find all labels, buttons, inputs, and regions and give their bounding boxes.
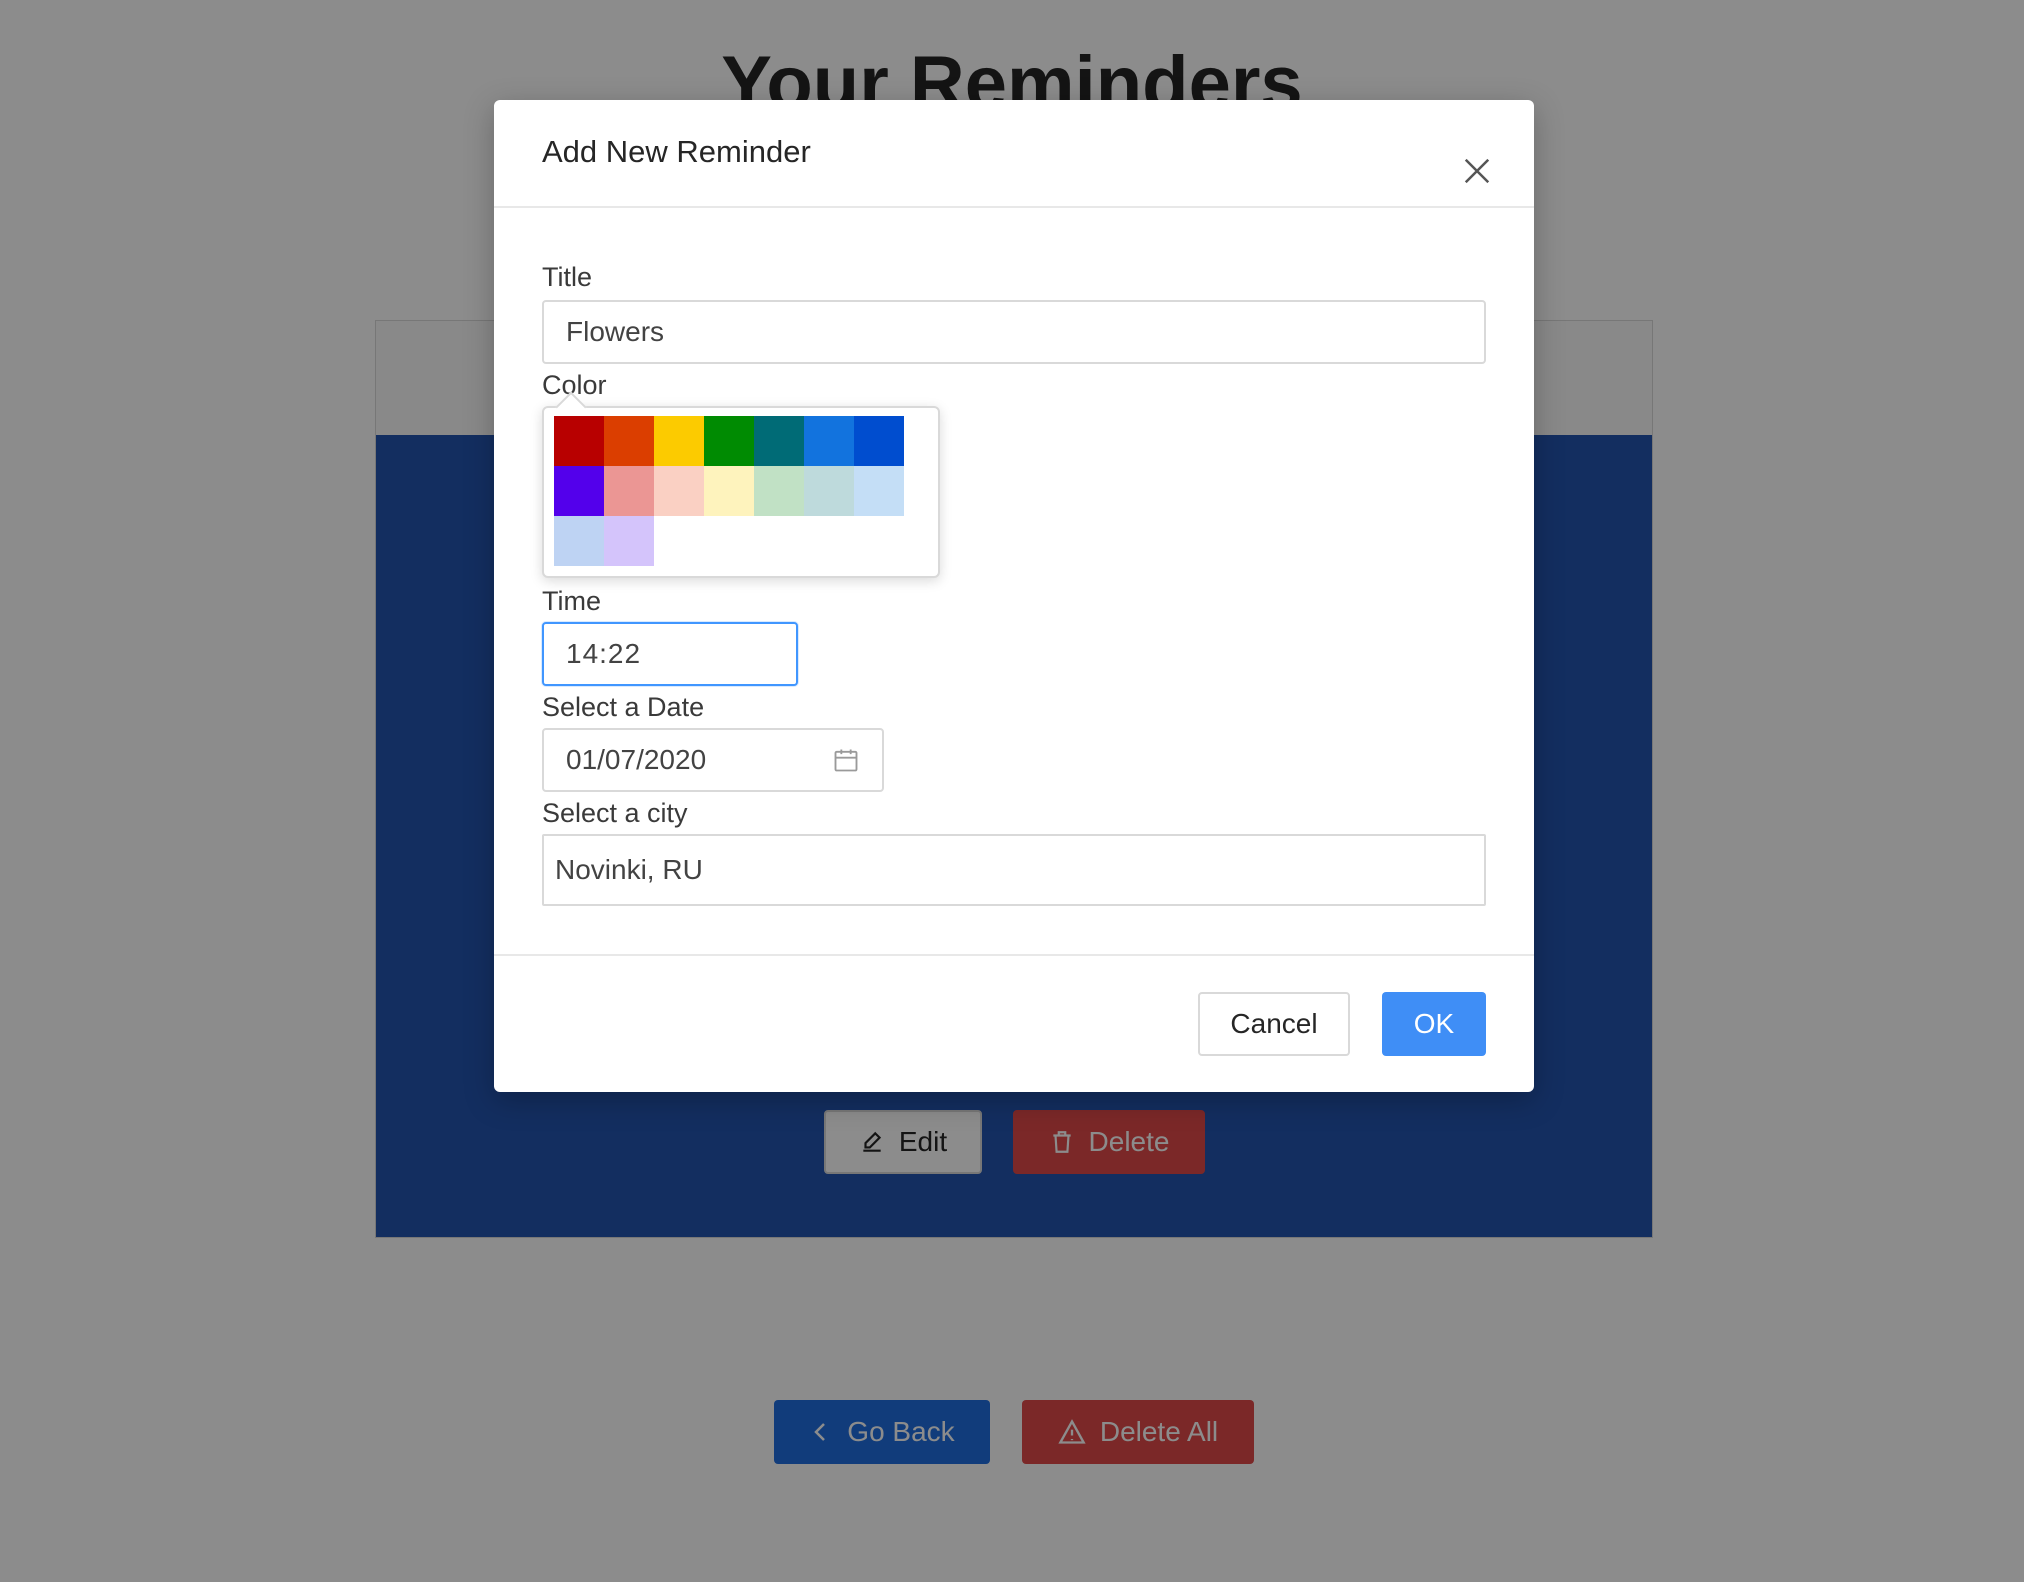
color-swatch[interactable] xyxy=(604,416,654,466)
color-swatch[interactable] xyxy=(804,466,854,516)
date-label: Select a Date xyxy=(542,692,705,722)
color-swatch[interactable] xyxy=(754,466,804,516)
modal-header: Add New Reminder xyxy=(494,100,1534,208)
calendar-icon[interactable] xyxy=(832,746,860,774)
time-input[interactable]: 14:22 xyxy=(542,622,798,686)
color-swatch[interactable] xyxy=(754,416,804,466)
add-reminder-modal: Add New Reminder Title Flowers Color Tim… xyxy=(494,100,1534,1092)
color-swatch[interactable] xyxy=(854,416,904,466)
time-label: Time xyxy=(542,586,601,616)
ok-button[interactable]: OK xyxy=(1382,992,1486,1056)
color-swatch[interactable] xyxy=(804,416,854,466)
color-swatch[interactable] xyxy=(704,466,754,516)
date-value: 01/07/2020 xyxy=(566,744,707,775)
date-picker[interactable]: 01/07/2020 xyxy=(542,728,884,792)
color-swatch[interactable] xyxy=(704,416,754,466)
color-swatch[interactable] xyxy=(554,416,604,466)
color-swatch[interactable] xyxy=(604,516,654,566)
color-swatch[interactable] xyxy=(854,466,904,516)
cancel-button[interactable]: Cancel xyxy=(1198,992,1350,1056)
color-picker-popover xyxy=(542,391,940,578)
close-icon[interactable] xyxy=(1462,156,1492,186)
modal-title: Add New Reminder xyxy=(542,134,811,169)
city-label: Select a city xyxy=(542,798,688,828)
title-input[interactable]: Flowers xyxy=(542,300,1486,364)
color-swatch-grid xyxy=(554,416,904,566)
color-swatch[interactable] xyxy=(604,466,654,516)
title-label: Title xyxy=(542,262,593,292)
modal-footer: Cancel OK xyxy=(494,954,1534,1092)
city-select[interactable]: Novinki, RU xyxy=(542,834,1486,906)
color-swatch[interactable] xyxy=(554,466,604,516)
color-swatch[interactable] xyxy=(554,516,604,566)
color-swatch[interactable] xyxy=(654,466,704,516)
color-swatch[interactable] xyxy=(654,416,704,466)
